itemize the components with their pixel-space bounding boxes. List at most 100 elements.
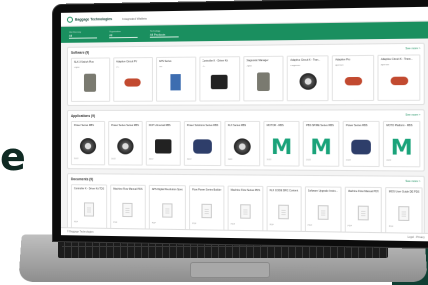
item-card[interactable]: Adaptive Circuit PV DC	[113, 57, 153, 102]
m-logo-icon: M	[390, 134, 413, 160]
turbine-icon	[117, 138, 134, 155]
see-more-link[interactable]: See more >	[405, 180, 420, 184]
card-footer: 2022	[73, 158, 79, 161]
card-footer: PDF	[269, 224, 274, 227]
see-more-link[interactable]: See more >	[405, 114, 420, 118]
card-footer	[74, 95, 107, 99]
filter-dropdown[interactable]: Organization All	[109, 30, 138, 38]
item-card[interactable]: Machine Flow Manual PDS PDF	[110, 184, 146, 230]
item-card[interactable]: DCP Universal RBS 2022	[145, 120, 181, 166]
item-card[interactable]: FLX Series RBS 2022	[224, 120, 261, 167]
card-footer: 2022	[148, 158, 154, 161]
card-thumbnail	[74, 197, 104, 222]
card-footer	[159, 94, 193, 98]
background-letter: e	[0, 135, 26, 179]
item-card[interactable]: MOTOR - RBS M 2022	[263, 120, 300, 167]
cable-icon	[299, 73, 317, 90]
section-title: Applications (9)	[70, 113, 95, 118]
brand-logo[interactable]: Baggage Technologies	[66, 16, 113, 23]
item-card[interactable]: SLX-3 Switch Plus Digital	[70, 57, 111, 102]
card-thumbnail	[270, 199, 299, 224]
filter-value[interactable]: All	[109, 32, 138, 38]
card-thumbnail	[152, 198, 183, 223]
laptop-lid: Baggage Technologies Integrated Wallets …	[52, 0, 428, 249]
module-icon	[256, 72, 270, 92]
card-thumbnail	[389, 201, 420, 227]
card-footer	[335, 94, 371, 98]
see-more-link[interactable]: See more >	[405, 47, 420, 51]
card-footer	[381, 93, 417, 97]
card-footer: PDF	[307, 224, 313, 227]
item-card[interactable]: Controller K - Driver Kit DC	[199, 56, 240, 102]
nav-tab[interactable]: Integrated Wallets	[122, 16, 147, 20]
item-card[interactable]: Power Solutions Series RBS 2022	[183, 120, 222, 167]
item-card[interactable]: PBS SPIRE Series RBS M 2022	[302, 120, 340, 167]
item-card[interactable]: Adaptive Pro Aperture	[332, 54, 375, 102]
item-card[interactable]: Power Series RBS 2022	[342, 120, 380, 168]
engine-icon	[193, 139, 212, 154]
card-footer	[202, 94, 236, 98]
item-card[interactable]: Diagnostic Manager Digital	[242, 55, 284, 102]
card-thumbnail	[74, 71, 107, 95]
item-card[interactable]: APS Digital Revolution Spec PDF	[148, 184, 186, 231]
cable-icon	[390, 76, 408, 86]
item-card[interactable]: MOTO Platform - RBS M 2022	[383, 120, 421, 168]
card-footer: 2022	[186, 158, 192, 161]
card-footer: PDF	[230, 223, 235, 226]
controller-icon	[210, 74, 228, 90]
card-footer: 2022	[227, 158, 233, 162]
card-footer: 2022	[306, 159, 311, 162]
card-thumbnail	[308, 200, 338, 225]
section-title: Documents (9)	[70, 177, 94, 182]
card-thumbnail	[348, 200, 379, 226]
footer-links[interactable]: Legal · Privacy	[407, 236, 424, 239]
card-thumbnail	[113, 198, 142, 223]
card-footer: 2022	[386, 159, 392, 162]
item-card[interactable]: MOS User Guide DE PDS PDF	[385, 187, 423, 234]
device-icon	[84, 73, 97, 92]
card-thumbnail	[228, 134, 257, 159]
cable-icon	[124, 78, 142, 87]
card-footer: PDF	[113, 221, 118, 224]
item-card[interactable]: FLX CODE DRC Content PDF	[266, 185, 302, 232]
engine-icon	[351, 139, 371, 155]
m-logo-icon: M	[310, 134, 332, 160]
cable-icon	[344, 76, 362, 86]
filter-value[interactable]: All	[68, 32, 98, 39]
brand-mark-icon	[66, 16, 73, 23]
filter-value[interactable]: All Products	[149, 31, 179, 38]
content-section: Applications (9) See more > Power Series R…	[66, 109, 425, 172]
app-screen: Baggage Technologies Integrated Wallets …	[60, 6, 428, 242]
card-thumbnail	[346, 134, 376, 159]
item-card[interactable]: Flow Power Series Builder PDF	[189, 185, 225, 231]
item-card[interactable]: APS Series Yes	[155, 56, 196, 102]
card-thumbnail	[192, 199, 221, 224]
main-content: Software (9) See more > SLX-3 Switch Plus D…	[61, 38, 428, 241]
item-card[interactable]: Controller K - Driver Kit TDS PDF	[70, 184, 108, 229]
item-card[interactable]: Adaptive Circuit K - Trans... Aperture	[377, 54, 421, 101]
card-thumbnail	[159, 70, 193, 95]
item-card[interactable]: Power Series Series RBS 2022	[108, 120, 143, 166]
card-footer: PDF	[347, 225, 352, 228]
item-card[interactable]: Software Upgrade Instru... PDF	[304, 186, 342, 233]
card-thumbnail	[335, 69, 371, 94]
document-icon	[357, 205, 369, 221]
filter-dropdown[interactable]: Unit Directory All	[68, 31, 98, 39]
card-thumbnail	[246, 69, 281, 94]
document-icon	[201, 203, 212, 219]
card-thumbnail	[74, 134, 102, 158]
section-header: Applications (9) See more >	[71, 114, 420, 118]
brand-name: Baggage Technologies	[74, 16, 113, 22]
card-thumbnail: M	[306, 134, 336, 159]
document-icon	[317, 205, 329, 220]
turbine-icon	[79, 138, 97, 155]
footer-copyright: © Baggage Technologies	[66, 230, 94, 234]
item-card[interactable]: Machine Flow Series PDS PDF	[227, 185, 264, 232]
card-footer	[290, 94, 325, 98]
turbine-icon	[234, 138, 251, 155]
item-card[interactable]: Machine Flow Manual PDS PDF	[344, 186, 383, 234]
item-card[interactable]: Adaptive Circuit K - Tran... Diagnostic	[287, 55, 329, 102]
card-thumbnail	[111, 134, 139, 158]
item-card[interactable]: Power Series RBS 2022	[70, 120, 106, 166]
filter-dropdown[interactable]: Technology All Products	[149, 30, 179, 38]
